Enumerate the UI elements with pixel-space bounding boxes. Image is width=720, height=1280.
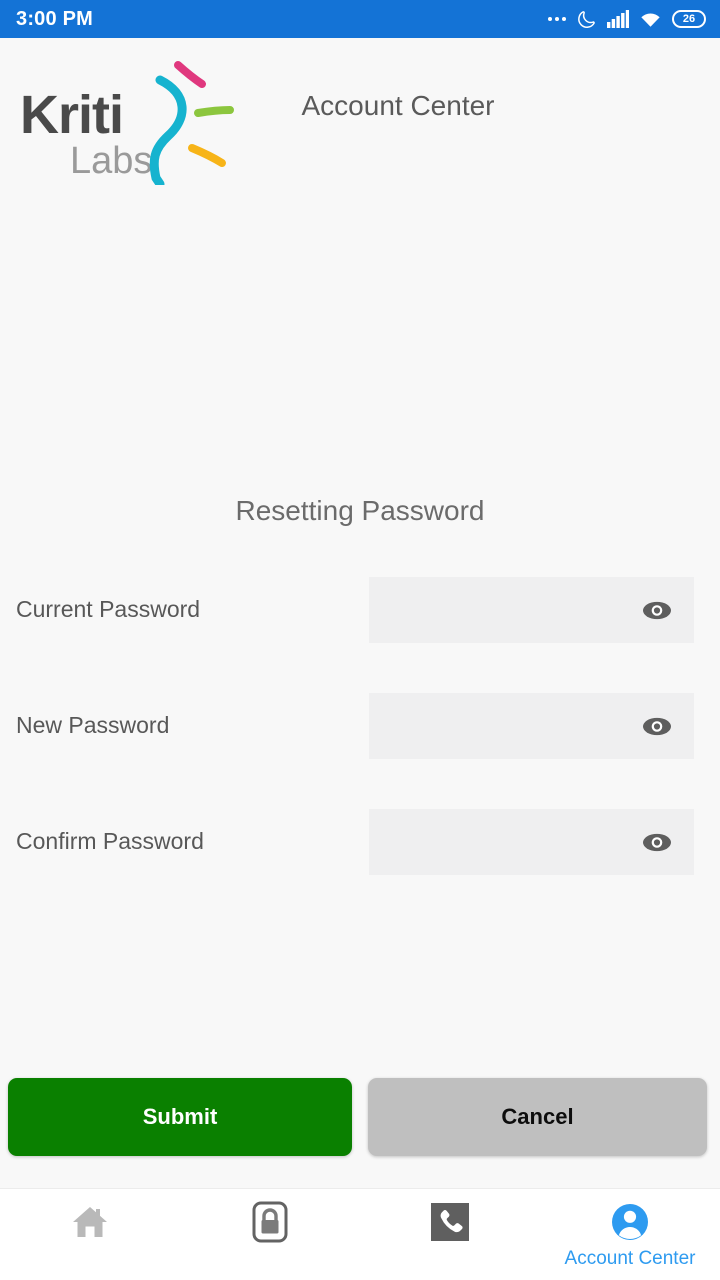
nav-item-phone[interactable] xyxy=(360,1199,540,1280)
confirm-password-label: Confirm Password xyxy=(16,828,204,854)
account-person-icon xyxy=(610,1199,650,1245)
status-bar-time: 3:00 PM xyxy=(16,7,93,30)
bottom-navigation: Account Center xyxy=(0,1188,720,1280)
nav-item-lock[interactable] xyxy=(180,1199,360,1280)
submit-button[interactable]: Submit xyxy=(8,1078,352,1156)
form-row-current-password: Current Password xyxy=(0,570,720,686)
nav-item-account-center[interactable]: Account Center xyxy=(540,1199,720,1280)
home-icon xyxy=(70,1199,110,1245)
nav-label-account-center: Account Center xyxy=(564,1248,696,1269)
new-password-eye-icon[interactable] xyxy=(642,715,672,737)
form-row-confirm-password: Confirm Password xyxy=(0,802,720,918)
form-actions: Submit Cancel xyxy=(0,1078,720,1156)
current-password-field[interactable] xyxy=(369,577,694,643)
new-password-field[interactable] xyxy=(369,693,694,759)
main-content: Resetting Password Current Password New … xyxy=(0,188,720,1188)
page-title: Account Center xyxy=(301,90,495,121)
form-row-new-password: New Password xyxy=(0,686,720,802)
current-password-eye-icon[interactable] xyxy=(642,599,672,621)
section-title: Resetting Password xyxy=(235,495,485,526)
battery-level-text: 26 xyxy=(682,13,696,25)
password-form: Current Password New Password Confirm Pa… xyxy=(0,570,720,918)
wifi-icon xyxy=(640,11,661,28)
logo-swoosh-icon xyxy=(149,61,234,185)
current-password-label: Current Password xyxy=(16,596,201,622)
confirm-password-field[interactable] xyxy=(369,809,694,875)
phone-icon xyxy=(430,1199,470,1245)
do-not-disturb-moon-icon xyxy=(577,10,596,29)
battery-icon: 26 xyxy=(672,10,706,28)
nav-item-home[interactable] xyxy=(0,1199,180,1280)
more-dots-icon xyxy=(548,17,566,21)
kritilabs-logo: Kriti Labs xyxy=(14,60,244,185)
signal-bars-icon xyxy=(607,10,629,28)
app-header: Kriti Labs Account Center xyxy=(0,38,720,188)
cancel-button[interactable]: Cancel xyxy=(368,1078,707,1156)
lock-icon xyxy=(250,1199,290,1245)
status-bar-icons: 26 xyxy=(548,10,706,29)
status-bar: 3:00 PM 26 xyxy=(0,0,720,38)
confirm-password-eye-icon[interactable] xyxy=(642,831,672,853)
new-password-label: New Password xyxy=(16,712,170,738)
